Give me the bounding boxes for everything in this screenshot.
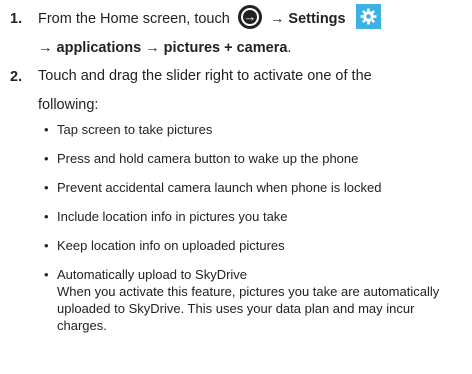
list-item: • Keep location info on uploaded pictures — [44, 237, 466, 254]
option-text: Prevent accidental camera launch when ph… — [57, 180, 382, 195]
step-2-line-2: following: — [38, 97, 99, 113]
bullet: • — [44, 209, 49, 224]
settings-label: Settings — [288, 11, 346, 27]
option-description: When you activate this feature, pictures… — [57, 284, 440, 333]
step-2-line-1: Touch and drag the slider right to activ… — [38, 68, 372, 84]
step-number: 1. — [10, 11, 23, 27]
arrow-separator: → — [269, 11, 285, 27]
list-item: • Press and hold camera button to wake up… — [44, 150, 466, 167]
list-item: • Include location info in pictures you t… — [44, 208, 466, 225]
step-text: From the Home screen, touch → → Settings — [38, 4, 466, 63]
bullet: • — [44, 122, 49, 137]
option-text: Include location info in pictures you ta… — [57, 209, 288, 224]
bullet: • — [44, 180, 49, 195]
option-text: Automatically upload to SkyDrive — [57, 267, 248, 282]
gear-icon — [355, 4, 381, 29]
arrow-circle-right-icon: → — [237, 5, 262, 29]
bullet: • — [44, 238, 49, 253]
navigation-path: → applications → pictures + camera — [38, 40, 288, 56]
step-text: Touch and drag the slider right to activ… — [38, 62, 466, 120]
period: . — [287, 40, 292, 56]
option-text: Keep location info on uploaded pictures — [57, 238, 285, 253]
step-number: 2. — [10, 69, 23, 85]
list-item: • Prevent accidental camera launch when p… — [44, 179, 466, 196]
option-text: Press and hold camera button to wake up … — [57, 151, 359, 166]
bullet: • — [44, 151, 49, 166]
option-text: Tap screen to take pictures — [57, 122, 213, 137]
step-1-prefix: From the Home screen, touch — [38, 11, 230, 27]
list-item: • Tap screen to take pictures — [44, 121, 466, 138]
option-list: • Tap screen to take pictures • Press and … — [44, 121, 466, 346]
list-item: • Automatically upload to SkyDrive When yo… — [44, 266, 466, 334]
bullet: • — [44, 267, 49, 282]
